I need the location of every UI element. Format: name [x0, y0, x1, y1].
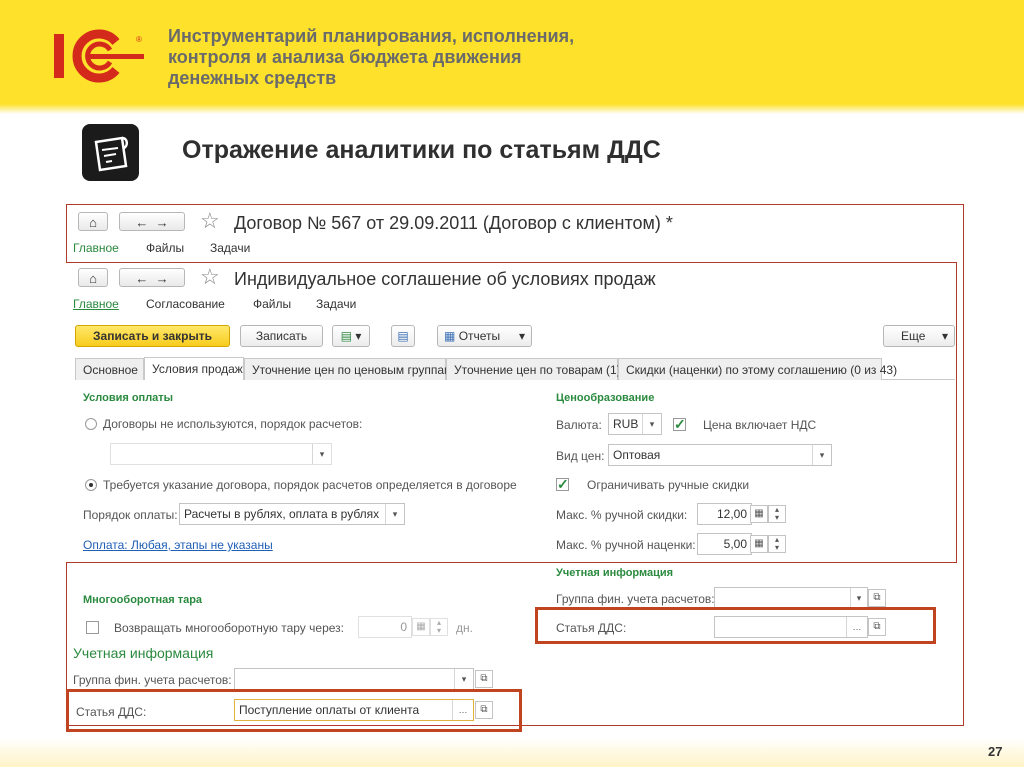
- document-icon: [82, 124, 139, 181]
- radio-no-contracts-label: Договоры не используются, порядок расчет…: [103, 417, 363, 431]
- calculator-icon[interactable]: ▦: [750, 535, 768, 553]
- vat-label: Цена включает НДС: [703, 418, 817, 432]
- menu-tasks[interactable]: Задачи: [316, 297, 356, 311]
- reports-button[interactable]: ▦ Отчеты ▾: [437, 325, 532, 347]
- favorite-star-icon[interactable]: ☆: [200, 264, 220, 290]
- price-type-label: Вид цен:: [556, 449, 605, 463]
- back-forward-buttons[interactable]: ← →: [119, 268, 185, 287]
- calculator-icon[interactable]: ▦: [750, 505, 768, 523]
- outer-dds-value: Поступление оплаты от клиента: [239, 703, 420, 717]
- pricing-section: Ценообразование: [556, 392, 655, 404]
- max-markup-input[interactable]: 5,00: [697, 533, 752, 555]
- radio-contract-required[interactable]: [85, 479, 97, 491]
- back-forward-buttons[interactable]: ← →: [119, 212, 185, 231]
- chevron-down-icon: ▾: [850, 588, 867, 608]
- outer-fin-group-select[interactable]: ▾: [234, 668, 474, 690]
- open-icon[interactable]: ⧉: [475, 670, 493, 688]
- menu-approval[interactable]: Согласование: [146, 297, 225, 311]
- inner-accounting-section: Учетная информация: [556, 567, 674, 579]
- payment-link[interactable]: Оплата: Любая, этапы не указаны: [83, 538, 273, 552]
- radio-contract-required-label: Требуется указание договора, порядок рас…: [103, 478, 517, 492]
- payment-order-label: Порядок оплаты:: [83, 508, 178, 522]
- contract-window-title: Договор № 567 от 29.09.2011 (Договор с к…: [234, 213, 673, 233]
- price-type-select[interactable]: Оптовая ▾: [608, 444, 832, 466]
- inner-dds-select[interactable]: …: [714, 616, 868, 638]
- chevron-down-icon: ▾: [518, 329, 525, 343]
- ellipsis-icon: …: [452, 700, 473, 720]
- days-unit-label: дн.: [456, 621, 473, 635]
- payment-terms-section: Условия оплаты: [83, 392, 174, 404]
- reports-icon: ▦: [444, 329, 456, 343]
- slide-title: Инструментарий планирования, исполнения,…: [168, 26, 575, 88]
- currency-value: RUB: [613, 417, 639, 431]
- tab-price-groups[interactable]: Уточнение цен по ценовым группам: [244, 358, 452, 380]
- tab-price-goods[interactable]: Уточнение цен по товарам (1): [446, 358, 621, 380]
- inner-dds-label: Статья ДДС:: [556, 621, 627, 635]
- menu-files[interactable]: Файлы: [253, 297, 291, 311]
- save-and-close-button[interactable]: Записать и закрыть: [75, 325, 230, 347]
- home-button[interactable]: ⌂: [78, 268, 108, 287]
- document-list-icon: ▤: [397, 329, 409, 343]
- chevron-down-icon: ▾: [454, 669, 473, 689]
- chevron-down-icon: ▾: [312, 444, 331, 464]
- return-tare-checkbox[interactable]: [86, 621, 99, 634]
- reports-label: Отчеты: [458, 329, 501, 343]
- favorite-star-icon[interactable]: ☆: [200, 208, 220, 234]
- svg-text:®: ®: [136, 35, 142, 44]
- outer-dds-label: Статья ДДС:: [76, 705, 147, 719]
- more-button[interactable]: Еще ▾: [883, 325, 955, 347]
- save-button[interactable]: Записать: [240, 325, 323, 347]
- max-discount-label: Макс. % ручной скидки:: [556, 508, 688, 522]
- chevron-down-icon: ▾: [385, 504, 404, 524]
- create-based-on-icon: ▤: [340, 329, 352, 343]
- chevron-down-icon: ▾: [941, 329, 948, 343]
- return-tare-days-input[interactable]: 0: [358, 616, 412, 638]
- open-icon[interactable]: ⧉: [868, 618, 886, 636]
- payment-order-disabled-select: ▾: [110, 443, 332, 465]
- spin-buttons: ▴ ▾: [430, 618, 448, 636]
- payment-order-select[interactable]: Расчеты в рублях, оплата в рублях ▾: [179, 503, 405, 525]
- payment-order-value: Расчеты в рублях, оплата в рублях: [184, 507, 380, 521]
- price-type-value: Оптовая: [613, 448, 661, 462]
- calculator-icon: ▦: [412, 618, 430, 636]
- inner-fin-group-select[interactable]: ▾: [714, 587, 868, 609]
- menu-tasks[interactable]: Задачи: [210, 241, 250, 255]
- footer-band: [0, 738, 1024, 767]
- outer-dds-select[interactable]: Поступление оплаты от клиента …: [234, 699, 474, 721]
- create-based-on-button[interactable]: ▤ ▾: [332, 325, 370, 347]
- outer-fin-group-label: Группа фин. учета расчетов:: [73, 673, 232, 687]
- open-icon[interactable]: ⧉: [868, 589, 886, 607]
- max-markup-label: Макс. % ручной наценки:: [556, 538, 696, 552]
- limit-discounts-label: Ограничивать ручные скидки: [587, 478, 750, 492]
- page-number: 27: [988, 744, 1003, 759]
- chevron-down-icon: ▾: [812, 445, 831, 465]
- radio-no-contracts[interactable]: [85, 418, 97, 430]
- max-discount-input[interactable]: 12,00: [697, 503, 752, 525]
- currency-label: Валюта:: [556, 418, 602, 432]
- vat-checkbox[interactable]: ✓: [673, 417, 686, 431]
- home-button[interactable]: ⌂: [78, 212, 108, 231]
- currency-select[interactable]: RUB ▾: [608, 413, 662, 435]
- open-icon[interactable]: ⧉: [475, 701, 493, 719]
- ellipsis-icon: …: [846, 617, 867, 637]
- menu-main[interactable]: Главное: [73, 241, 119, 255]
- slide-subtitle: Отражение аналитики по статьям ДДС: [182, 136, 661, 164]
- chevron-down-icon: ▾: [642, 414, 661, 434]
- 1c-logo: ®: [54, 29, 144, 83]
- tab-main[interactable]: Основное: [75, 358, 144, 380]
- limit-discounts-checkbox[interactable]: ✓: [556, 477, 569, 491]
- outer-accounting-section: Учетная информация: [73, 645, 214, 661]
- tab-discounts[interactable]: Скидки (наценки) по этому соглашению (0 …: [618, 358, 897, 380]
- menu-main[interactable]: Главное: [73, 297, 119, 311]
- menu-files[interactable]: Файлы: [146, 241, 184, 255]
- return-tare-label: Возвращать многооборотную тару через:: [114, 621, 344, 635]
- inner-fin-group-label: Группа фин. учета расчетов:: [556, 592, 715, 606]
- tare-section: Многооборотная тара: [83, 594, 203, 606]
- spin-buttons[interactable]: ▴ ▾: [768, 505, 786, 523]
- more-label: Еще: [901, 329, 926, 343]
- spin-buttons[interactable]: ▴ ▾: [768, 535, 786, 553]
- agreement-window-title: Индивидуальное соглашение об условиях пр…: [234, 269, 656, 289]
- print-button[interactable]: ▤: [391, 325, 415, 347]
- tab-sales-terms[interactable]: Условия продаж: [144, 357, 244, 380]
